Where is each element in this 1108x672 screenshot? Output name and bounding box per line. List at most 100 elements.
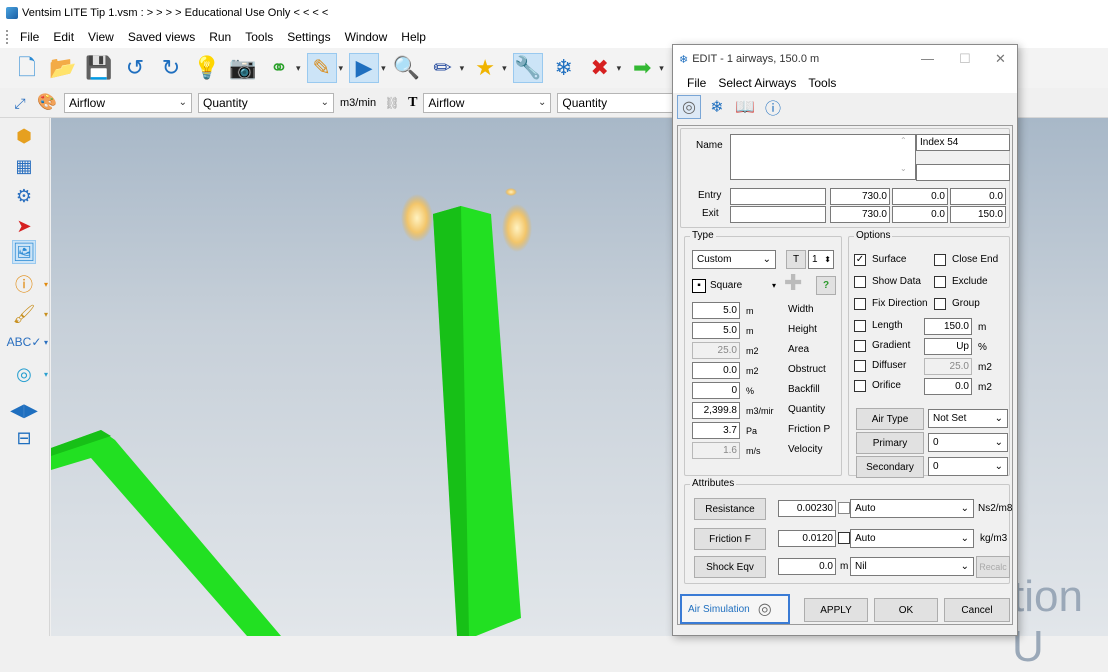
menu-tools[interactable]: Tools [245,30,273,44]
t-spinner[interactable]: 1 ⬍ [808,250,834,269]
chevron-down-icon[interactable]: ▾ [659,63,664,74]
edit-tool-icon[interactable]: ✎ [306,53,337,83]
table-icon[interactable]: ▦ [12,154,36,178]
length-field[interactable]: 150.0 [924,318,972,335]
zoom-extents-icon[interactable]: ⤢ [10,93,30,113]
exit-x-field[interactable]: 730.0 [830,206,890,223]
airflow-mode-icon[interactable]: ◎ [677,95,701,119]
friction-factor-field[interactable]: 0.0120 [778,530,836,547]
close-icon[interactable]: ✕ [995,51,1006,67]
venn-icon[interactable]: ◎ ▾ [12,362,48,386]
apply-button[interactable]: APPLY [804,598,868,622]
info-icon[interactable]: ⓘ ▾ [12,272,48,296]
position-cross-icon[interactable]: ✚ [784,270,802,296]
picture-icon[interactable]: 🖼 [12,240,36,264]
orifice-field[interactable]: 0.0 [924,378,972,395]
gradient-checkbox[interactable] [854,340,866,352]
gradient-field[interactable]: Up [924,338,972,355]
t-button[interactable]: T [786,250,806,269]
dialog-menu-file[interactable]: File [687,76,706,90]
save-icon[interactable]: 💾 [84,53,114,83]
menu-settings[interactable]: Settings [287,30,330,44]
dialog-menu-tools[interactable]: Tools [808,76,836,90]
exit-y-field[interactable]: 0.0 [892,206,948,223]
new-file-icon[interactable]: 🗋 [12,53,42,83]
type-row-value-field[interactable]: 0.0 [692,362,740,379]
exclude-checkbox[interactable] [934,276,946,288]
color-value-select[interactable]: Quantity ⌄ [198,92,334,113]
undo-icon[interactable]: ↺ [120,53,150,83]
cancel-button[interactable]: Cancel [944,598,1010,622]
info-icon[interactable]: ⓘ [761,95,785,119]
recalc-button[interactable]: Recalc [976,556,1010,578]
ok-button[interactable]: OK [874,598,938,622]
index-field[interactable]: Index 54 [916,134,1010,151]
secondary-select[interactable]: 0 ⌄ [928,457,1008,476]
redo-icon[interactable]: ↻ [156,53,186,83]
primary-select[interactable]: 0 ⌄ [928,433,1008,452]
link-icon[interactable]: ⚭ [264,53,294,83]
search-icon[interactable]: 🔍 [392,53,422,83]
arrow-right-icon[interactable]: ➡ [627,53,657,83]
star-icon[interactable]: ★ [470,53,500,83]
menu-file[interactable]: File [20,30,39,44]
text-icon[interactable]: T [408,95,417,111]
orifice-checkbox[interactable] [854,380,866,392]
type-row-value-field[interactable]: 2,399.8 [692,402,740,419]
diffuser-checkbox[interactable] [854,360,866,372]
resistance-checkbox[interactable] [838,502,850,514]
chevron-down-icon[interactable]: ▾ [617,63,622,74]
menu-view[interactable]: View [88,30,114,44]
pencil-icon[interactable]: ✏ [428,53,458,83]
type-row-value-field[interactable]: 5.0 [692,302,740,319]
dialog-menu-select-airways[interactable]: Select Airways [718,76,796,90]
open-folder-icon[interactable]: 📂 [48,53,78,83]
scroll-up-icon[interactable]: ⌃ [900,136,907,145]
friction-mode-select[interactable]: Auto ⌄ [850,529,974,548]
fan-icon[interactable]: ❄ [549,53,579,83]
chevron-down-icon[interactable]: ▾ [339,63,344,74]
tools-wrench-icon[interactable]: 🔧 [512,53,543,83]
minimize-icon[interactable]: — [921,51,934,66]
fix-direction-checkbox[interactable] [854,298,866,310]
shape-help-button[interactable]: ? [816,276,836,295]
maximize-icon[interactable]: ☐ [959,51,971,67]
secondary-name-field[interactable] [916,164,1010,181]
shape-select[interactable]: ▪ Square ▾ [692,276,776,295]
name-textarea[interactable] [730,134,916,180]
play-circle-icon[interactable]: ▶ [349,53,380,83]
palette-icon[interactable]: 🎨 [36,92,58,114]
menu-saved-views[interactable]: Saved views [128,30,195,44]
spellcheck-icon[interactable]: ABC✓ ▾ [7,330,48,354]
entry-x-field[interactable]: 730.0 [830,188,890,205]
resistance-button[interactable]: Resistance [694,498,766,520]
chain-icon[interactable]: ⛓ [382,93,402,113]
fan-icon[interactable]: ❄ [705,95,729,119]
left-right-arrows-icon[interactable]: ◀▶ [10,398,38,422]
brush-icon[interactable]: 🖌 ▾ [12,302,48,326]
text-mode-select[interactable]: Airflow ⌄ [423,92,552,113]
type-row-value-field[interactable]: 3.7 [692,422,740,439]
scroll-down-icon[interactable]: ⌄ [900,164,907,173]
lightbulb-icon[interactable]: 💡 [192,53,222,83]
entry-y-field[interactable]: 0.0 [892,188,948,205]
chevron-down-icon[interactable]: ▾ [502,63,507,74]
entry-node-field[interactable] [730,188,826,205]
type-select[interactable]: Custom ⌄ [692,250,776,269]
exit-z-field[interactable]: 150.0 [950,206,1006,223]
close-end-checkbox[interactable] [934,254,946,266]
friction-factor-checkbox[interactable] [838,532,850,544]
menu-edit[interactable]: Edit [53,30,74,44]
menu-run[interactable]: Run [209,30,231,44]
surface-checkbox[interactable]: ✓ [854,254,866,266]
minus-box-icon[interactable]: ⊟ [12,426,36,450]
resistance-mode-select[interactable]: Auto ⌄ [850,499,974,518]
air-type-button[interactable]: Air Type [856,408,924,430]
group-checkbox[interactable] [934,298,946,310]
secondary-button[interactable]: Secondary [856,456,924,478]
type-row-value-field[interactable]: 5.0 [692,322,740,339]
shock-mode-select[interactable]: Nil ⌄ [850,557,974,576]
chevron-down-icon[interactable]: ▾ [381,63,386,74]
air-type-select[interactable]: Not Set ⌄ [928,409,1008,428]
pointer-icon[interactable]: ➤ [12,214,36,238]
